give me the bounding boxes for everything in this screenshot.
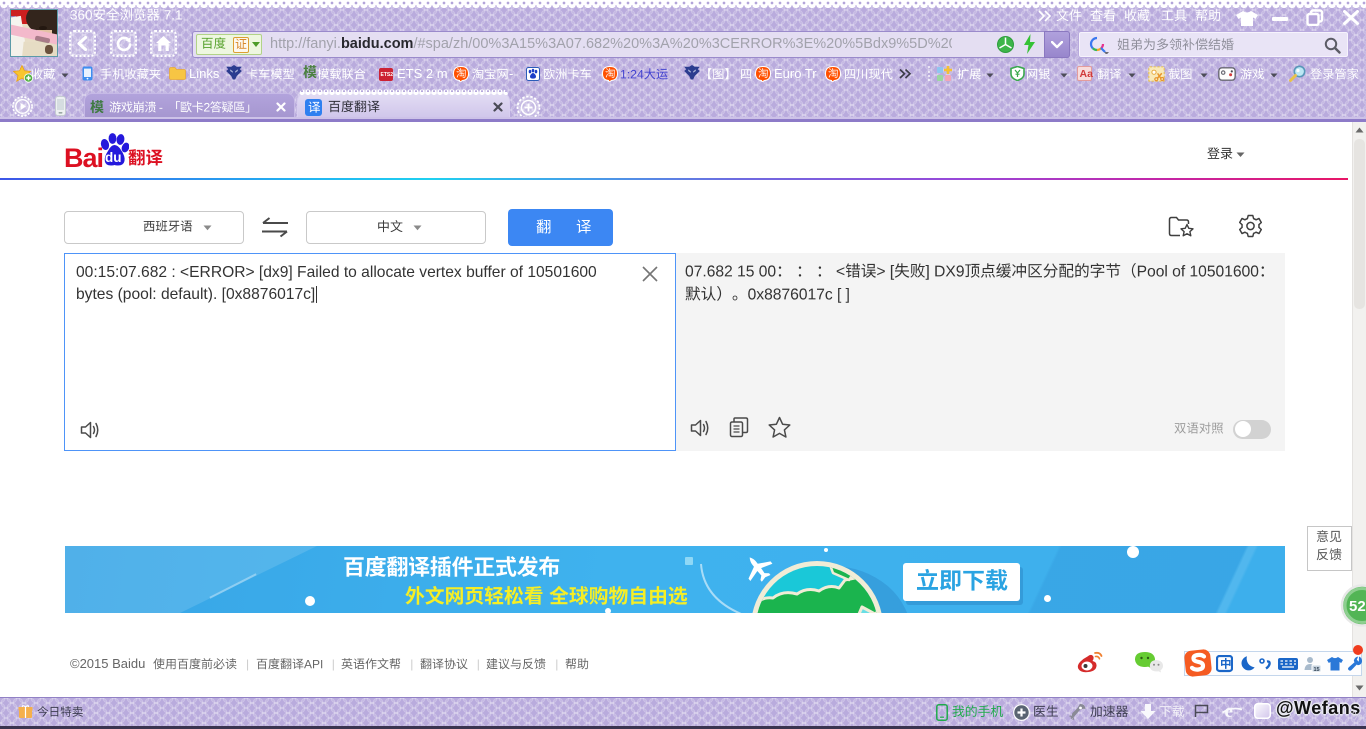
svg-text:15: 15 xyxy=(1314,667,1320,673)
svg-text:du: du xyxy=(105,150,122,165)
svg-text:52: 52 xyxy=(1349,598,1366,615)
